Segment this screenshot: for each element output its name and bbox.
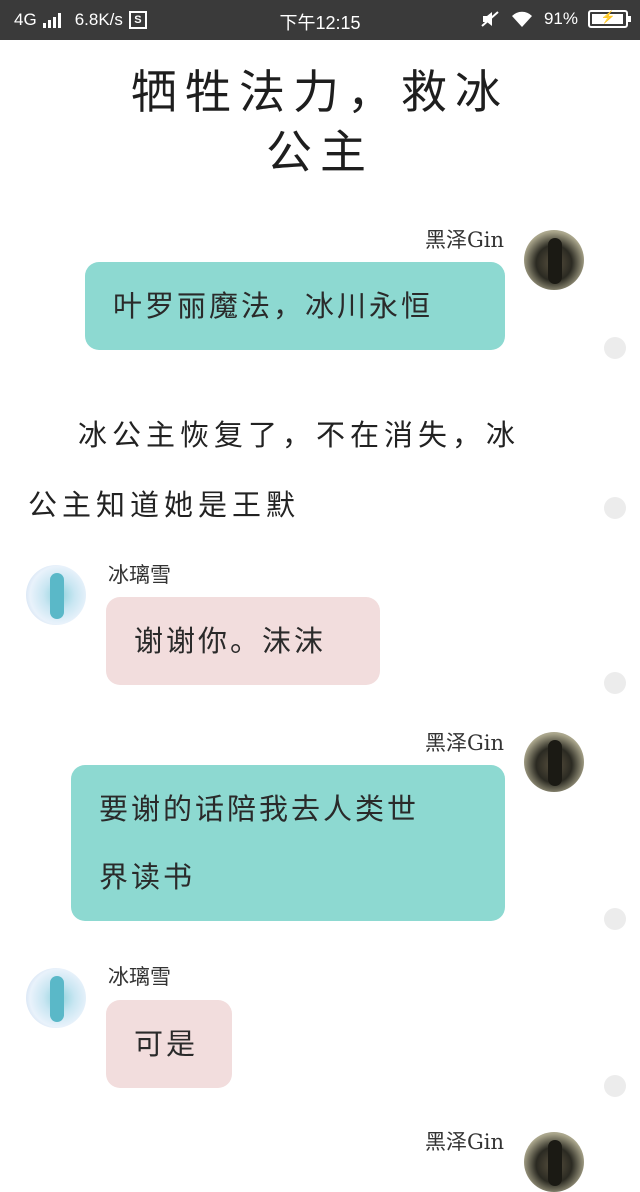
narration-text: 冰公主恢复了，不在消失，冰 公主知道她是王默 [28,400,588,540]
message-line-1: 要谢的话陪我去人类世 [99,792,420,826]
mute-icon [481,11,499,27]
sender-name: 黑泽Gin [424,1130,504,1154]
select-dot[interactable] [604,672,626,694]
message-bubble[interactable]: 叶罗丽魔法，冰川永恒 [85,262,505,350]
status-bar: 4G 6.8K/s S 下午12:15 91% ⚡ [0,0,640,40]
sender-name: 黑泽Gin [424,731,504,755]
sender-name: 冰璃雪 [108,563,171,587]
select-dot[interactable] [604,908,626,930]
title-line-1: 牺牲法力，救冰 [131,65,509,119]
select-dot[interactable] [604,1075,626,1097]
message-bubble[interactable]: 谢谢你。沫沫 [106,597,380,685]
sender-name: 冰璃雪 [108,965,171,989]
avatar[interactable] [26,565,86,625]
sender-name: 黑泽Gin [424,228,504,252]
select-dot[interactable] [604,337,626,359]
narration-line-2: 公主知道她是王默 [28,488,301,522]
title-line-2: 公主 [266,125,374,179]
page-title: 牺牲法力，救冰 公主 [90,62,550,182]
narration-line-1: 冰公主恢复了，不在消失，冰 [78,418,521,452]
wifi-icon [511,11,532,27]
select-dot[interactable] [604,497,626,519]
avatar[interactable] [26,968,86,1028]
message-bubble[interactable]: 要谢的话陪我去人类世 界读书 [71,765,505,921]
avatar[interactable] [524,732,584,792]
status-right: 91% ⚡ [480,9,631,29]
message-bubble[interactable]: 可是 [106,1000,232,1088]
message-line-2: 界读书 [99,860,196,894]
avatar[interactable] [524,1132,584,1192]
avatar[interactable] [524,230,584,290]
battery-percent: 91% [543,9,578,28]
battery-icon: ⚡ [588,10,631,28]
